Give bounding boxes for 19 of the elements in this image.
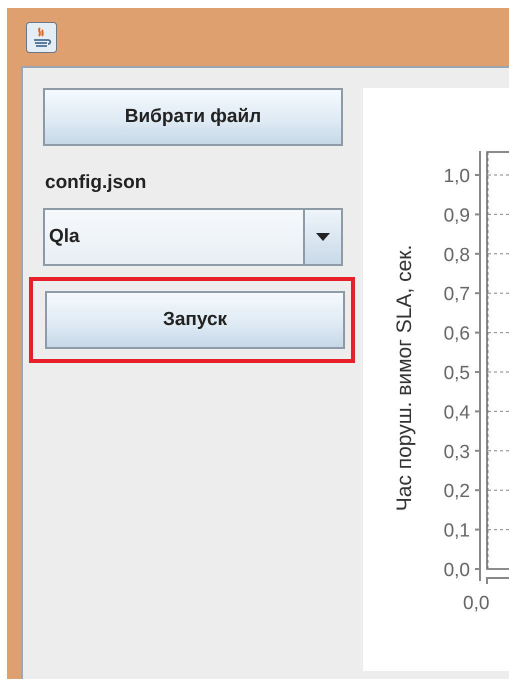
y-tick-label: 0,5 (444, 363, 470, 384)
y-tick-label: 1,0 (444, 166, 470, 187)
y-tick-label: 0,6 (444, 324, 470, 345)
mode-dropdown[interactable]: Qla (43, 208, 343, 266)
x-tick-label: 0,0 (463, 593, 490, 614)
y-tick-label: 0,3 (444, 442, 470, 463)
run-button[interactable]: Запуск (45, 291, 345, 349)
x-axis (486, 577, 509, 584)
y-tick-label: 0,0 (444, 560, 470, 581)
y-tick-label: 0,2 (444, 481, 470, 502)
app-icon (26, 22, 57, 52)
y-tick-label: 0,8 (444, 244, 470, 266)
y-axis-title: Час поруш. вимог SLA, сек. (393, 244, 416, 512)
y-tick-label: 0,7 (444, 284, 470, 306)
file-name-label: config.json (45, 172, 148, 194)
y-tick-label: 0,9 (444, 205, 470, 226)
y-tick-label: 0,1 (444, 520, 470, 542)
choose-file-button[interactable]: Вибрати файл (43, 88, 343, 146)
y-tick-label: 0,4 (444, 402, 470, 424)
